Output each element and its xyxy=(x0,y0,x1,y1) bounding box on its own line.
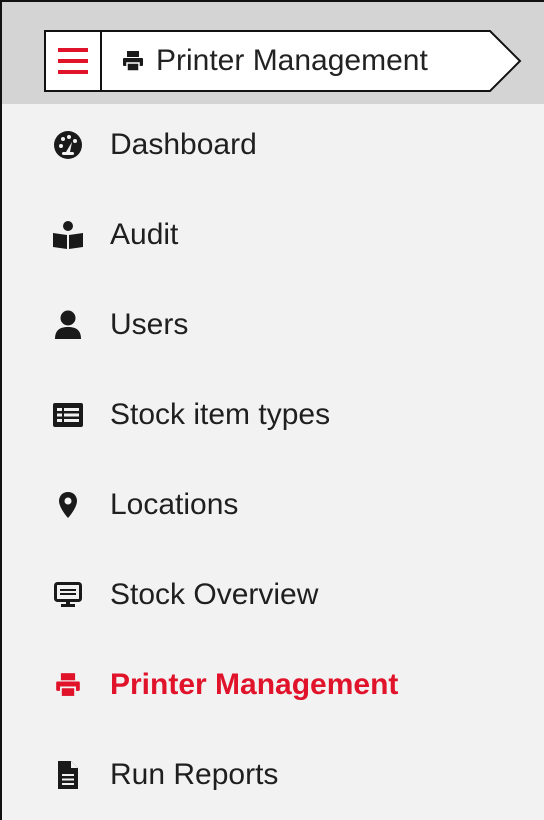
sidebar-item-label: Users xyxy=(110,308,189,341)
sidebar-item-label: Printer Management xyxy=(110,668,399,701)
menu-toggle-button[interactable] xyxy=(44,30,102,92)
sidebar-item-label: Stock item types xyxy=(110,398,331,431)
sidebar-item-run-reports[interactable]: Run Reports xyxy=(2,730,544,820)
sidebar-item-label: Audit xyxy=(110,218,179,251)
hamburger-menu-icon xyxy=(58,48,88,74)
breadcrumb-label: Printer Management xyxy=(156,44,428,77)
document-icon xyxy=(50,757,86,793)
reader-book-icon xyxy=(50,217,86,253)
sidebar-item-printer-management[interactable]: Printer Management xyxy=(2,640,544,730)
app-frame: Printer Management Dashboard Audit Users… xyxy=(0,0,544,820)
sidebar-item-dashboard[interactable]: Dashboard xyxy=(2,100,544,190)
sidebar-item-stock-overview[interactable]: Stock Overview xyxy=(2,550,544,640)
sidebar-item-audit[interactable]: Audit xyxy=(2,190,544,280)
sidebar-item-users[interactable]: Users xyxy=(2,280,544,370)
sidebar-item-label: Stock Overview xyxy=(110,578,319,611)
monitor-icon xyxy=(50,577,86,613)
tachometer-icon xyxy=(50,127,86,163)
header-bar: Printer Management xyxy=(2,2,544,104)
map-marker-icon xyxy=(50,487,86,523)
list-table-icon xyxy=(50,397,86,433)
sidebar-item-label: Dashboard xyxy=(110,128,257,161)
breadcrumb[interactable]: Printer Management xyxy=(100,30,522,92)
sidebar-item-label: Locations xyxy=(110,488,239,521)
printer-icon xyxy=(50,667,86,703)
printer-icon xyxy=(123,51,143,72)
sidebar-item-stock-item-types[interactable]: Stock item types xyxy=(2,370,544,460)
sidebar-nav: Dashboard Audit Users Stock item types L… xyxy=(2,100,544,820)
sidebar-item-label: Run Reports xyxy=(110,758,279,791)
sidebar-item-locations[interactable]: Locations xyxy=(2,460,544,550)
user-icon xyxy=(50,307,86,343)
